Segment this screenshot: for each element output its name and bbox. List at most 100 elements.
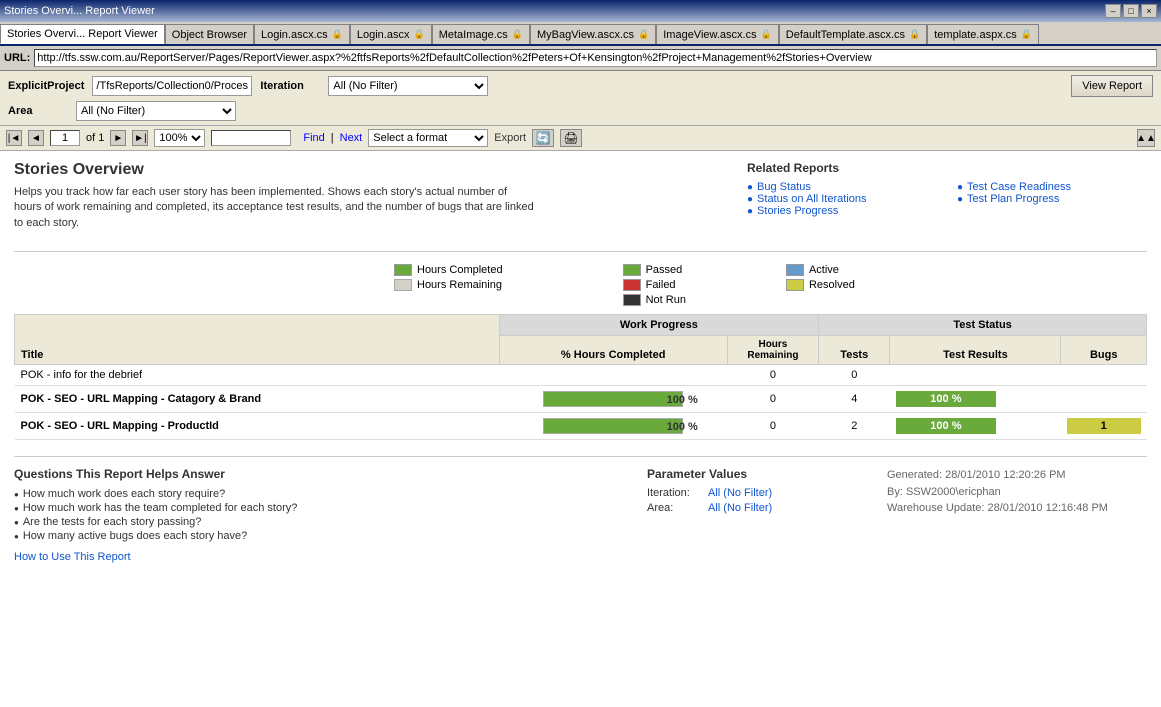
url-label: URL: — [4, 52, 30, 64]
tab-mybagview[interactable]: MyBagView.ascx.cs 🔒 — [530, 24, 656, 44]
zoom-select[interactable]: 100% — [154, 129, 205, 147]
test-result-bar: 100 % — [896, 418, 996, 434]
collapse-btn[interactable]: ▲▲ — [1137, 129, 1155, 147]
tab-imageview[interactable]: ImageView.ascx.cs 🔒 — [656, 24, 779, 44]
test-result-bar: 100 % — [896, 391, 996, 407]
param-area-label: Area: — [647, 502, 702, 514]
tab-login-ascx[interactable]: Login.ascx 🔒 — [350, 24, 432, 44]
related-reports-grid: ● Bug Status ● Status on All Iterations … — [747, 181, 1147, 217]
area-label: Area — [8, 105, 68, 117]
meta-generated: Generated: 28/01/2010 12:20:26 PM — [887, 467, 1147, 484]
list-item: How much work does each story require? — [14, 487, 627, 501]
data-table: Title Work Progress Test Status % Hours … — [14, 314, 1147, 440]
row1-pct-hours — [499, 365, 727, 386]
resolved-swatch — [786, 279, 804, 291]
area-select[interactable]: All (No Filter) — [76, 101, 236, 121]
related-status-iterations[interactable]: ● Status on All Iterations — [747, 193, 937, 205]
view-report-button[interactable]: View Report — [1071, 75, 1153, 97]
row1-bugs — [1061, 365, 1147, 386]
next-link[interactable]: Next — [340, 132, 363, 144]
nav-next-page-btn[interactable]: ► — [110, 130, 126, 146]
title-bar: Stories Overvi... Report Viewer – □ × — [0, 0, 1161, 22]
legend-passed: Passed — [623, 264, 686, 276]
tab-label: MyBagView.ascx.cs — [537, 29, 634, 41]
legend-not-run: Not Run — [623, 294, 686, 306]
find-link[interactable]: Find — [303, 132, 324, 144]
param-iteration-label: Iteration: — [647, 487, 702, 499]
legend-failed: Failed — [623, 279, 686, 291]
window-title: Stories Overvi... Report Viewer — [4, 5, 155, 17]
row1-title: POK - info for the debrief — [15, 365, 500, 386]
report-title: Stories Overview — [14, 161, 727, 179]
page-input[interactable] — [50, 130, 80, 146]
work-progress-header: Work Progress — [499, 315, 818, 336]
legend-active: Active — [786, 264, 855, 276]
maximize-btn[interactable]: □ — [1123, 4, 1139, 18]
tab-object-browser[interactable]: Object Browser — [165, 24, 254, 44]
param-row-iteration: Iteration: All (No Filter) — [647, 487, 867, 499]
url-input[interactable] — [34, 49, 1157, 67]
resolved-label: Resolved — [809, 279, 855, 291]
related-bug-status[interactable]: ● Bug Status — [747, 181, 937, 193]
related-test-case-readiness[interactable]: ● Test Case Readiness — [957, 181, 1147, 193]
tab-metaimage[interactable]: MetaImage.cs 🔒 — [432, 24, 530, 44]
row3-pct-hours: 100 % — [499, 413, 727, 440]
close-btn[interactable]: × — [1141, 4, 1157, 18]
row3-tests: 2 — [819, 413, 890, 440]
minimize-btn[interactable]: – — [1105, 4, 1121, 18]
row3-bugs: 1 — [1061, 413, 1147, 440]
lock-icon: 🔒 — [909, 29, 920, 40]
url-bar: URL: — [0, 46, 1161, 71]
tab-login-cs[interactable]: Login.ascx.cs 🔒 — [254, 24, 350, 44]
lock-icon: 🔒 — [512, 29, 523, 40]
tab-label: Stories Overvi... Report Viewer — [7, 28, 158, 40]
report-description: Helps you track how far each user story … — [14, 185, 534, 231]
tab-label: template.aspx.cs — [934, 29, 1017, 41]
legend-area: Hours Completed Hours Remaining Passed F… — [14, 264, 1147, 306]
tab-label: Login.ascx — [357, 29, 410, 41]
hours-completed-swatch — [394, 264, 412, 276]
tab-template[interactable]: template.aspx.cs 🔒 — [927, 24, 1039, 44]
not-run-label: Not Run — [646, 294, 686, 306]
iteration-select[interactable]: All (No Filter) — [328, 76, 488, 96]
iteration-label: Iteration — [260, 80, 320, 92]
refresh-icon-btn[interactable]: 🔄 — [532, 129, 554, 147]
row3-title: POK - SEO - URL Mapping - ProductId — [15, 413, 500, 440]
nav-prev-btn[interactable]: ◄ — [28, 130, 44, 146]
hours-remaining-swatch — [394, 279, 412, 291]
progress-label: 100 % — [613, 419, 751, 435]
nav-first-btn[interactable]: |◄ — [6, 130, 22, 146]
find-input[interactable] — [211, 130, 291, 146]
table-row: POK - info for the debrief 0 0 — [15, 365, 1147, 386]
nav-last-btn[interactable]: ►| — [132, 130, 148, 146]
params-col: Parameter Values Iteration: All (No Filt… — [647, 467, 867, 563]
tab-stories-overview[interactable]: Stories Overvi... Report Viewer — [0, 24, 165, 44]
row3-test-results: 100 % — [890, 413, 1061, 440]
print-icon-btn[interactable]: 🖨 — [560, 129, 582, 147]
passed-label: Passed — [646, 264, 683, 276]
report-nav: |◄ ◄ of 1 ► ►| 100% Find | Next Select a… — [0, 126, 1161, 151]
bottom-section: Questions This Report Helps Answer How m… — [14, 456, 1147, 563]
col-tests-header: Tests — [819, 336, 890, 365]
list-item: How much work has the team completed for… — [14, 501, 627, 515]
param-iteration-value: All (No Filter) — [708, 487, 772, 499]
window-controls[interactable]: – □ × — [1105, 4, 1157, 18]
row1-test-results — [890, 365, 1061, 386]
list-item: Are the tests for each story passing? — [14, 515, 627, 529]
lock-icon: 🔒 — [761, 29, 772, 40]
questions-col: Questions This Report Helps Answer How m… — [14, 467, 627, 563]
table-row: POK - SEO - URL Mapping - ProductId 100 … — [15, 413, 1147, 440]
format-select[interactable]: Select a format — [368, 129, 488, 147]
how-to-link[interactable]: How to Use This Report — [14, 551, 627, 563]
export-link[interactable]: Export — [494, 132, 526, 144]
lock-icon: 🔒 — [1021, 29, 1032, 40]
page-total: of 1 — [86, 132, 104, 144]
related-stories-progress[interactable]: ● Stories Progress — [747, 205, 937, 217]
tab-label: Object Browser — [172, 29, 247, 41]
explicit-project-input[interactable] — [92, 76, 252, 96]
progress-bar-bg: 100 % — [543, 391, 683, 407]
questions-title: Questions This Report Helps Answer — [14, 467, 627, 481]
meta-col: Generated: 28/01/2010 12:20:26 PM By: SS… — [887, 467, 1147, 563]
tab-defaulttemplate[interactable]: DefaultTemplate.ascx.cs 🔒 — [779, 24, 927, 44]
related-test-plan-progress[interactable]: ● Test Plan Progress — [957, 193, 1147, 205]
